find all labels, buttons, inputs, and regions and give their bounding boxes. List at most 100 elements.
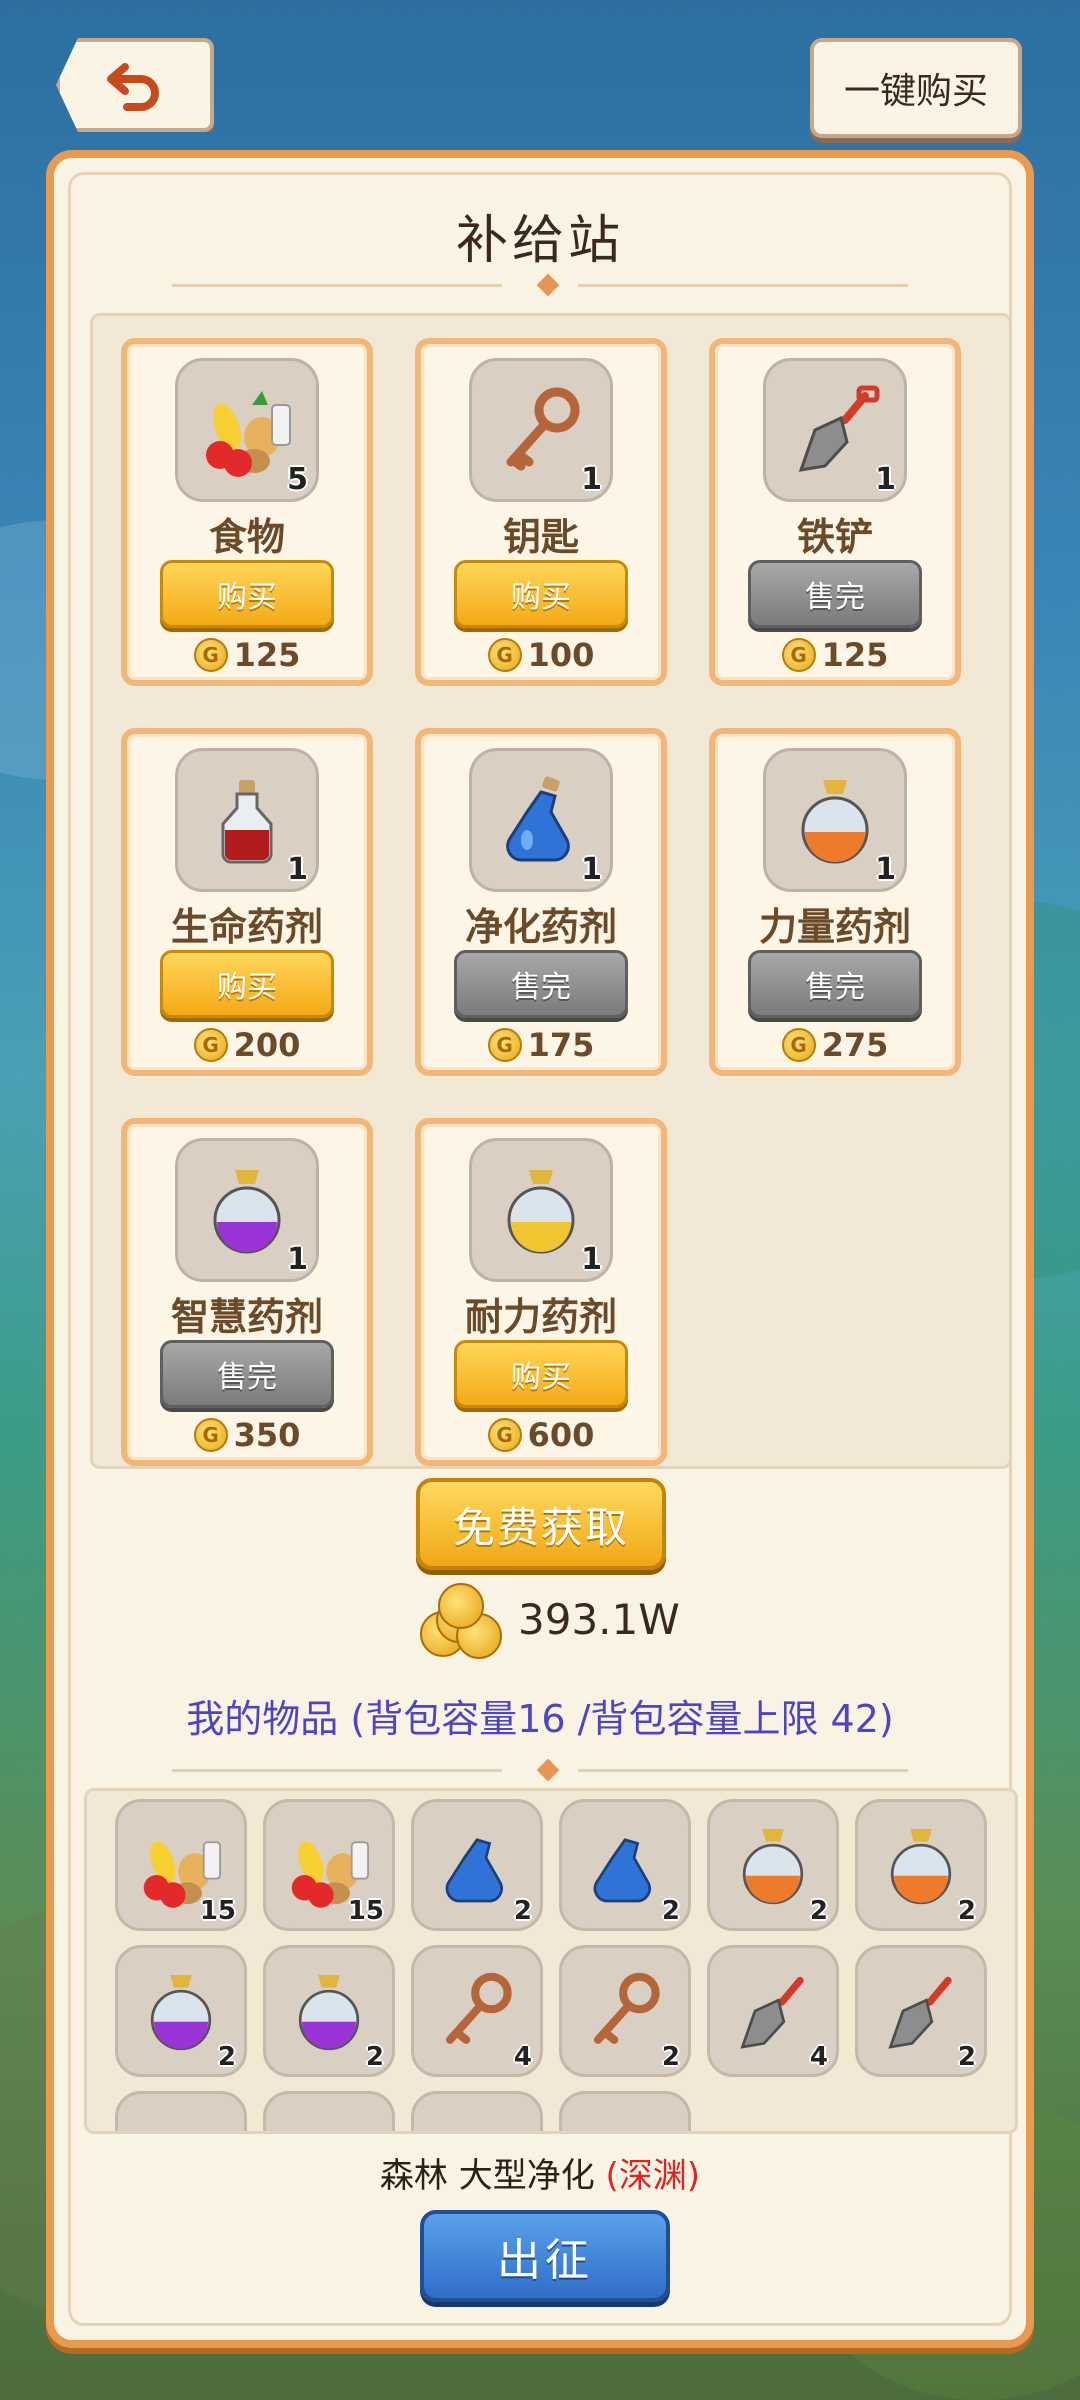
coin-stack-icon bbox=[416, 1583, 502, 1659]
buy-button-stamina-potion[interactable]: 购买 bbox=[454, 1340, 628, 1408]
key-icon: 1 bbox=[469, 358, 613, 502]
inventory-slot-empty[interactable] bbox=[115, 2091, 247, 2131]
inventory-title: 我的物品 (背包容量16 /背包容量上限 42) bbox=[186, 1697, 894, 1741]
shop-item-grid[interactable]: 5 食物 购买 G 125 1 钥匙 购买 G 100 1 铁铲 售完 G 12… bbox=[90, 313, 1012, 1469]
title-divider-right bbox=[578, 284, 908, 287]
slot-quantity: 2 bbox=[957, 2042, 976, 2072]
shop-card-shovel: 1 铁铲 售完 G 125 bbox=[709, 338, 961, 686]
shop-card-strength-potion: 1 力量药剂 售完 G 275 bbox=[709, 728, 961, 1076]
item-name: 食物 bbox=[208, 515, 285, 559]
shop-card-purify-potion: 1 净化药剂 售完 G 175 bbox=[415, 728, 667, 1076]
inventory-slot[interactable]: 2 bbox=[855, 1799, 987, 1931]
buy-button-food[interactable]: 购买 bbox=[160, 560, 334, 628]
inventory-slot-empty[interactable] bbox=[411, 2091, 543, 2131]
item-name: 净化药剂 bbox=[464, 905, 617, 949]
coin-icon: G bbox=[193, 1418, 228, 1452]
inventory-slot[interactable]: 2 bbox=[559, 1799, 691, 1931]
inventory-slot[interactable]: 4 bbox=[411, 1945, 543, 2077]
slot-quantity: 2 bbox=[957, 1896, 976, 1926]
coin-total: 393.1W bbox=[518, 1594, 680, 1644]
inventory-slot[interactable]: 2 bbox=[855, 1945, 987, 2077]
purple-potion-icon: 1 bbox=[175, 1138, 319, 1282]
inventory-slot-empty[interactable] bbox=[263, 2091, 395, 2131]
item-quantity: 1 bbox=[581, 1242, 602, 1277]
blue-potion-icon: 1 bbox=[469, 748, 613, 892]
slot-quantity: 2 bbox=[661, 1896, 680, 1926]
free-get-button[interactable]: 免费获取 bbox=[416, 1478, 666, 1570]
inventory-grid[interactable]: 15 15 2 2 2 2 2 2 4 2 4 2 bbox=[84, 1788, 1018, 2134]
red-potion-icon: 1 bbox=[175, 748, 319, 892]
mission-info: 森林 大型净化 (深渊) bbox=[54, 2148, 1026, 2197]
item-quantity: 1 bbox=[287, 1242, 308, 1277]
item-quantity: 1 bbox=[287, 852, 308, 887]
mission-difficulty: (深渊) bbox=[605, 2156, 701, 2196]
item-name: 智慧药剂 bbox=[170, 1295, 323, 1339]
buy-button-key[interactable]: 购买 bbox=[454, 560, 628, 628]
inventory-divider-left bbox=[172, 1769, 502, 1772]
inventory-slot[interactable]: 2 bbox=[707, 1799, 839, 1931]
slot-quantity: 2 bbox=[365, 2042, 384, 2072]
supply-station-panel: 补给站 5 食物 购买 G 125 1 钥匙 购买 G 100 1 铁铲 售完 … bbox=[46, 150, 1034, 2348]
inventory-slot[interactable]: 2 bbox=[559, 1945, 691, 2077]
item-quantity: 1 bbox=[581, 462, 602, 497]
coin-icon: G bbox=[781, 638, 816, 672]
slot-quantity: 2 bbox=[661, 2042, 680, 2072]
purple-potion-icon bbox=[298, 1975, 360, 2051]
orange-potion-icon bbox=[742, 1829, 804, 1905]
inventory-slot[interactable]: 2 bbox=[263, 1945, 395, 2077]
slot-quantity: 4 bbox=[513, 2042, 532, 2072]
inventory-slot-empty[interactable] bbox=[559, 2091, 691, 2131]
sold-out-button-shovel[interactable]: 售完 bbox=[748, 560, 922, 628]
shovel-icon bbox=[888, 1976, 952, 2049]
item-price: G 125 bbox=[127, 636, 367, 674]
buy-all-button[interactable]: 一键购买 bbox=[810, 38, 1022, 138]
inventory-slot[interactable]: 15 bbox=[263, 1799, 395, 1931]
purple-potion-icon bbox=[150, 1975, 212, 2051]
mission-location: 森林 大型净化 bbox=[379, 2156, 595, 2196]
slot-quantity: 2 bbox=[809, 1896, 828, 1926]
shop-card-food: 5 食物 购买 G 125 bbox=[121, 338, 373, 686]
depart-button[interactable]: 出征 bbox=[420, 2210, 670, 2302]
inventory-slot[interactable]: 4 bbox=[707, 1945, 839, 2077]
orange-potion-icon bbox=[890, 1829, 952, 1905]
item-name: 铁铲 bbox=[796, 515, 873, 559]
coin-icon: G bbox=[193, 638, 228, 672]
item-quantity: 1 bbox=[581, 852, 602, 887]
slot-quantity: 15 bbox=[199, 1896, 236, 1926]
key-icon bbox=[445, 1972, 512, 2044]
shovel-icon bbox=[740, 1976, 804, 2049]
item-quantity: 1 bbox=[875, 852, 896, 887]
buy-button-life-potion[interactable]: 购买 bbox=[160, 950, 334, 1018]
shop-card-stamina-potion: 1 耐力药剂 购买 G 600 bbox=[415, 1118, 667, 1466]
inventory-slot[interactable]: 15 bbox=[115, 1799, 247, 1931]
inventory-slot[interactable]: 2 bbox=[411, 1799, 543, 1931]
shop-card-key: 1 钥匙 购买 G 100 bbox=[415, 338, 667, 686]
sold-out-button-strength-potion[interactable]: 售完 bbox=[748, 950, 922, 1018]
item-price: G 175 bbox=[421, 1026, 661, 1064]
blue-potion-icon bbox=[593, 1838, 651, 1903]
orange-potion-icon: 1 bbox=[763, 748, 907, 892]
inventory-slot[interactable]: 2 bbox=[115, 1945, 247, 2077]
item-price: G 600 bbox=[421, 1416, 661, 1454]
slot-quantity: 2 bbox=[217, 2042, 236, 2072]
food-basket-icon: 5 bbox=[175, 358, 319, 502]
sold-out-button-purify-potion[interactable]: 售完 bbox=[454, 950, 628, 1018]
coin-icon: G bbox=[193, 1028, 228, 1062]
shovel-icon: 1 bbox=[763, 358, 907, 502]
sold-out-button-wisdom-potion[interactable]: 售完 bbox=[160, 1340, 334, 1408]
back-button[interactable] bbox=[56, 38, 214, 132]
item-price: G 350 bbox=[127, 1416, 367, 1454]
item-name: 耐力药剂 bbox=[464, 1295, 617, 1339]
coin-icon: G bbox=[487, 638, 522, 672]
item-quantity: 5 bbox=[287, 462, 308, 497]
slot-quantity: 4 bbox=[809, 2042, 828, 2072]
item-price: G 100 bbox=[421, 636, 661, 674]
item-quantity: 1 bbox=[875, 462, 896, 497]
shop-card-wisdom-potion: 1 智慧药剂 售完 G 350 bbox=[121, 1118, 373, 1466]
coin-icon: G bbox=[487, 1418, 522, 1452]
item-name: 力量药剂 bbox=[758, 905, 911, 949]
inventory-divider-right bbox=[578, 1769, 908, 1772]
item-price: G 125 bbox=[715, 636, 955, 674]
slot-quantity: 2 bbox=[513, 1896, 532, 1926]
key-icon bbox=[593, 1972, 660, 2044]
